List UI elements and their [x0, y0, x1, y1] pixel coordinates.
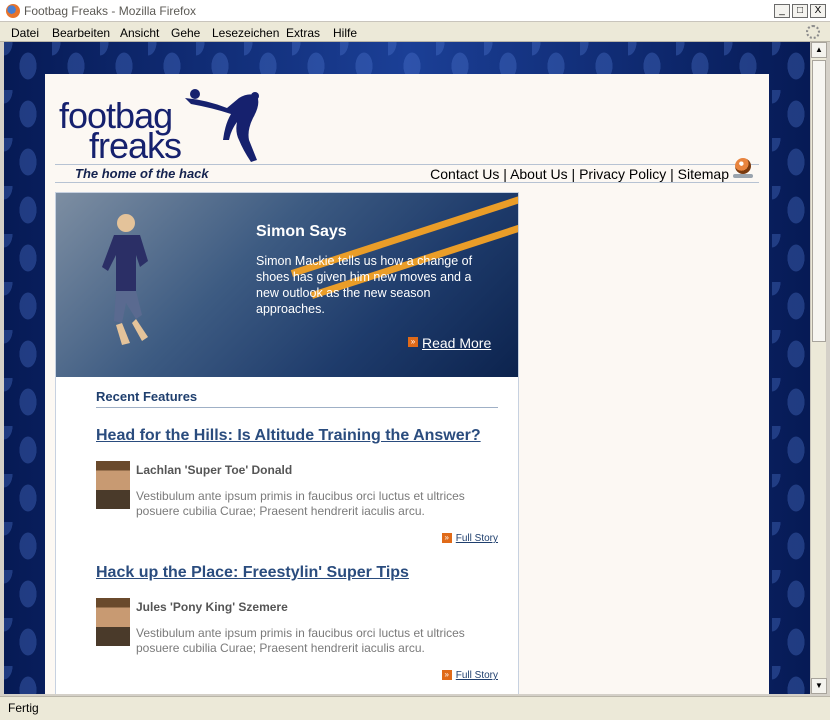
article-card: Head for the Hills: Is Altitude Training… [96, 427, 498, 547]
full-story-label: Full Story [455, 670, 498, 681]
kicker-silhouette-icon [185, 89, 259, 162]
nav-separator: | [571, 166, 576, 182]
menu-lesezeichen[interactable]: Lesezeichen [212, 26, 279, 40]
article-blurb: Vestibulum ante ipsum primis in faucibus… [136, 489, 465, 518]
header-rule-top [55, 164, 759, 165]
full-story-arrow-icon: » [441, 533, 452, 544]
article-card: Hack up the Place: Freestylin' Super Tip… [96, 564, 498, 684]
window-titlebar: Footbag Freaks - Mozilla Firefox _ □ X [0, 0, 830, 22]
globe-icon [735, 158, 751, 174]
maximize-button[interactable]: □ [792, 4, 808, 18]
article-author: Jules 'Pony King' Szemere [136, 600, 288, 614]
nav-contact-us[interactable]: Contact Us [430, 166, 499, 182]
vertical-scrollbar[interactable]: ▲ ▼ [810, 42, 827, 694]
read-more-link[interactable]: Read More [422, 335, 491, 351]
nav-sitemap[interactable]: Sitemap [678, 166, 729, 182]
article-headline[interactable]: Hack up the Place: Freestylin' Super Tip… [96, 564, 409, 581]
logo-word-freaks: freaks [89, 125, 182, 166]
menu-extras[interactable]: Extras [286, 26, 320, 40]
hero-banner: Simon Says Simon Mackie tells us how a c… [56, 193, 518, 377]
page-container: footbag freaks The home of the hack Cont… [45, 74, 769, 694]
author-avatar [96, 598, 130, 646]
read-more-arrow-icon: » [408, 337, 418, 347]
menu-ansicht[interactable]: Ansicht [120, 26, 159, 40]
minimize-button[interactable]: _ [774, 4, 790, 18]
author-avatar [96, 461, 130, 509]
full-story-link[interactable]: » Full Story [441, 533, 498, 544]
site-logo[interactable]: footbag freaks [59, 84, 279, 164]
scroll-down-arrow-icon[interactable]: ▼ [811, 678, 827, 694]
full-story-arrow-icon: » [441, 670, 452, 681]
globe-stand-icon [733, 174, 753, 178]
hero-title: Simon Says [256, 223, 347, 240]
close-button[interactable]: X [810, 4, 826, 18]
menu-gehe[interactable]: Gehe [171, 26, 200, 40]
firefox-icon [6, 4, 20, 18]
nav-about-us[interactable]: About Us [510, 166, 568, 182]
hero-text: Simon Says Simon Mackie tells us how a c… [256, 223, 496, 317]
hero-description: Simon Mackie tells us how a change of sh… [256, 254, 473, 316]
top-nav: Contact Us | About Us | Privacy Policy |… [430, 166, 729, 182]
throbber-icon [806, 25, 820, 39]
site-tagline: The home of the hack [75, 166, 209, 181]
recent-features-title: Recent Features [96, 389, 198, 404]
status-text: Fertig [8, 701, 39, 715]
menu-hilfe[interactable]: Hilfe [333, 26, 357, 40]
article-headline[interactable]: Head for the Hills: Is Altitude Training… [96, 427, 481, 444]
menu-bearbeiten[interactable]: Bearbeiten [52, 26, 110, 40]
nav-separator: | [670, 166, 674, 182]
scroll-thumb[interactable] [812, 60, 826, 342]
header-rule-bottom [55, 182, 759, 183]
main-content: Simon Says Simon Mackie tells us how a c… [55, 192, 519, 694]
page-viewport: footbag freaks The home of the hack Cont… [4, 42, 810, 694]
window-title: Footbag Freaks - Mozilla Firefox [24, 4, 197, 18]
article-author: Lachlan 'Super Toe' Donald [136, 463, 293, 477]
player-photo-icon [102, 214, 148, 345]
section-rule [96, 407, 498, 408]
menu-datei[interactable]: Datei [11, 26, 39, 40]
statusbar: Fertig [0, 696, 830, 720]
nav-separator: | [503, 166, 507, 182]
menubar: Datei Bearbeiten Ansicht Gehe Lesezeiche… [0, 22, 830, 42]
nav-privacy-policy[interactable]: Privacy Policy [579, 166, 666, 182]
full-story-link[interactable]: » Full Story [441, 670, 498, 681]
scroll-up-arrow-icon[interactable]: ▲ [811, 42, 827, 58]
full-story-label: Full Story [455, 533, 498, 544]
article-blurb: Vestibulum ante ipsum primis in faucibus… [136, 626, 465, 655]
